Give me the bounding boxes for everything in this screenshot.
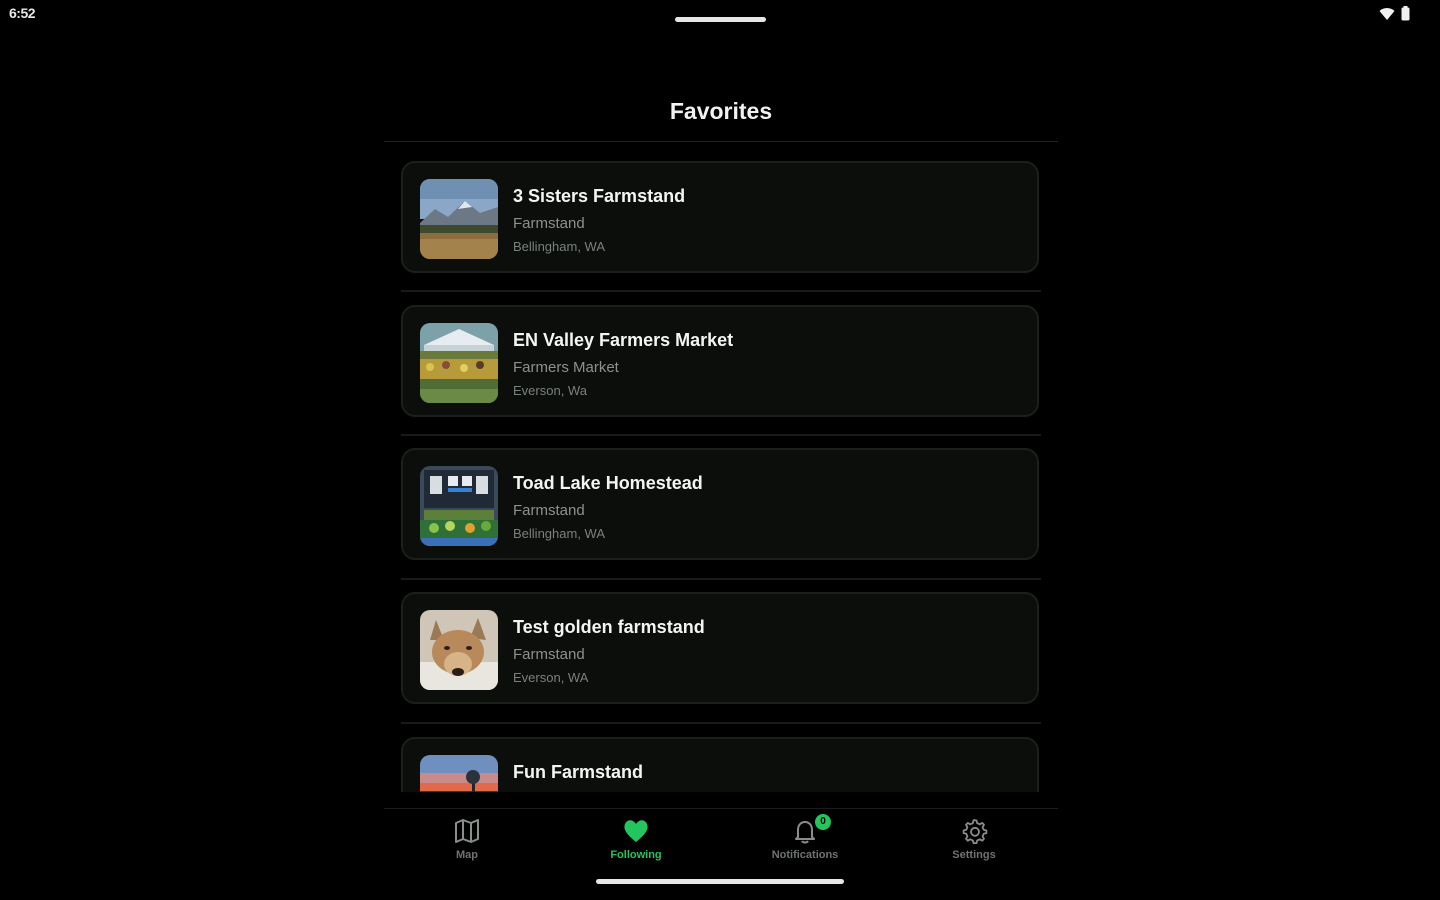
favorite-type: Farmstand [513,215,585,232]
favorite-name: Fun Farmstand [513,762,644,782]
nav-divider [384,808,1058,809]
list-divider [401,434,1041,436]
favorite-name: EN Valley Farmers Market [513,330,734,350]
status-time: 6:52 [9,5,36,21]
status-icons [1379,6,1410,26]
favorite-name: Test golden farmstand [513,617,705,637]
nav-item-following[interactable]: Following [576,812,696,868]
favorite-type: Farmstand [513,646,585,663]
gear-icon [960,817,988,845]
top-drag-handle[interactable] [675,17,766,22]
nav-item-notifications[interactable]: 0 Notifications [745,812,865,868]
nav-label-settings: Settings [952,849,996,861]
favorite-name: 3 Sisters Farmstand [513,186,686,206]
map-icon [453,817,481,845]
market-tent-photo [420,323,498,403]
favorite-name: Toad Lake Homestead [513,473,703,493]
app-screen: 6:52 Favorites 3 Sisters Farmstand Farms… [0,0,1440,900]
notification-badge: 0 [815,814,831,830]
mountain-field-photo [420,179,498,259]
favorite-type: Farmstand [513,502,585,519]
favorite-card[interactable]: 3 Sisters Farmstand Farmstand Bellingham… [401,161,1039,273]
favorites-list[interactable]: 3 Sisters Farmstand Farmstand Bellingham… [384,142,1058,792]
favorite-card[interactable]: Fun Farmstand [401,737,1039,792]
bottom-nav: Map Following 0 Notifications Settings [384,812,1058,868]
favorite-card[interactable]: Toad Lake Homestead Farmstand Bellingham… [401,448,1039,560]
sunset-photo [420,755,498,792]
nav-label-map: Map [456,849,478,861]
battery-icon [1401,6,1410,26]
list-divider [401,578,1041,580]
favorite-location: Everson, Wa [513,383,587,398]
nav-item-settings[interactable]: Settings [914,812,1034,868]
list-divider [401,722,1041,724]
nav-item-map[interactable]: Map [407,812,527,868]
nav-label-notifications: Notifications [771,849,839,861]
home-indicator[interactable] [596,879,844,884]
heart-icon [622,817,650,845]
list-divider [401,290,1041,292]
produce-stand-photo [420,466,498,546]
favorite-location: Everson, WA [513,670,589,685]
wifi-icon [1379,7,1395,26]
page-title: Favorites [669,98,773,124]
favorite-card[interactable]: Test golden farmstand Farmstand Everson,… [401,592,1039,704]
favorite-type: Farmers Market [513,359,619,376]
favorite-location: Bellingham, WA [513,239,605,254]
dog-photo [420,610,498,690]
nav-label-following: Following [610,849,662,861]
favorite-location: Bellingham, WA [513,526,605,541]
favorite-card[interactable]: EN Valley Farmers Market Farmers Market … [401,305,1039,417]
